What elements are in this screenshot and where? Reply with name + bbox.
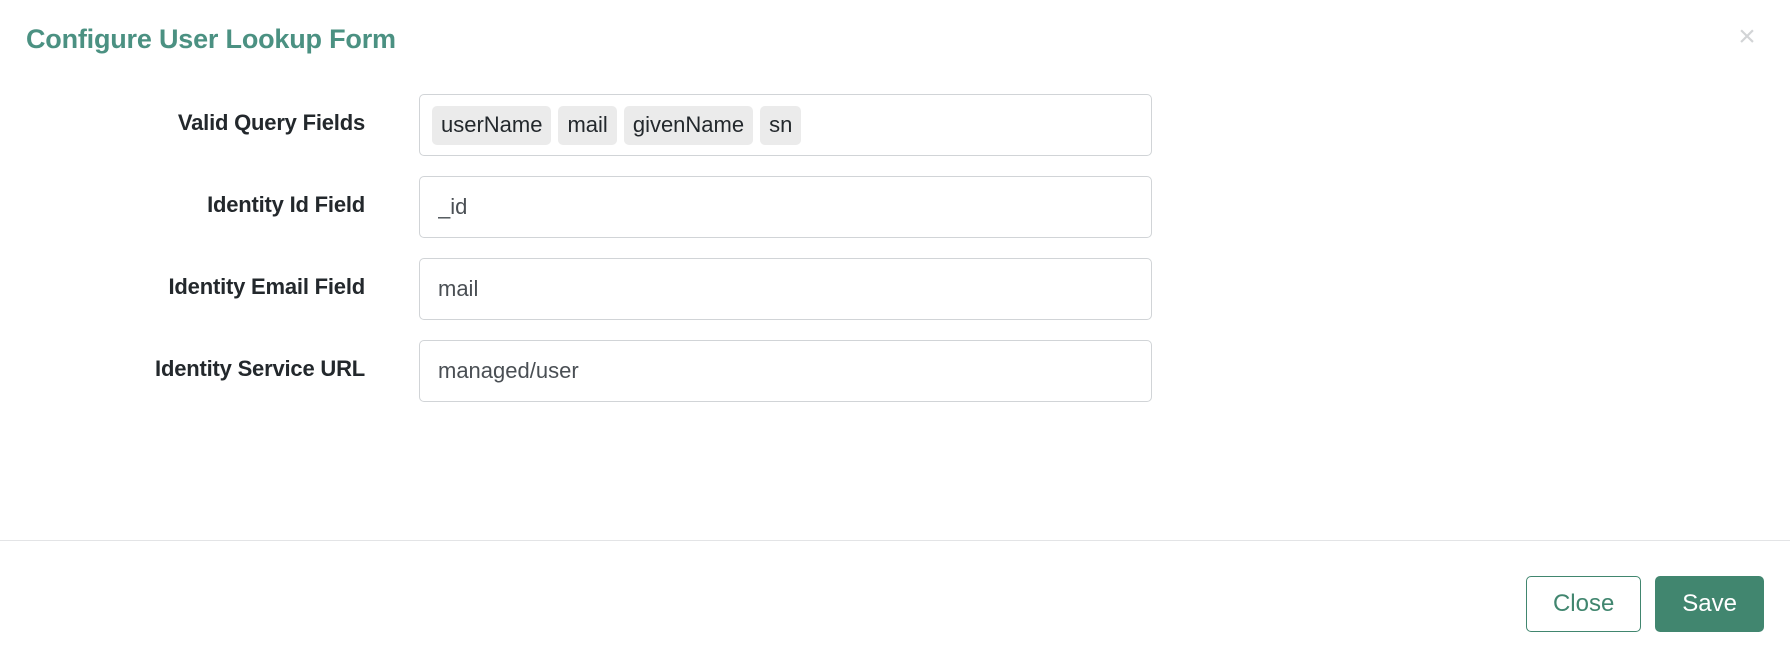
field-wrap-identity-id-field bbox=[419, 176, 1152, 238]
tag-chip[interactable]: givenName bbox=[623, 105, 754, 145]
close-button[interactable]: Close bbox=[1525, 575, 1642, 632]
identity-service-url-input[interactable] bbox=[419, 340, 1152, 402]
label-identity-email-field: Identity Email Field bbox=[168, 274, 366, 299]
form-row-identity-id-field: Identity Id Field bbox=[0, 176, 1790, 238]
label-identity-service-url: Identity Service URL bbox=[155, 356, 365, 381]
valid-query-fields-input[interactable]: userName mail givenName sn bbox=[419, 94, 1152, 156]
label-identity-id-field: Identity Id Field bbox=[207, 192, 365, 217]
page-title: Configure User Lookup Form bbox=[26, 24, 396, 54]
identity-id-field-input[interactable] bbox=[419, 176, 1152, 238]
field-wrap-identity-email-field bbox=[419, 258, 1152, 320]
close-icon[interactable]: × bbox=[1730, 20, 1764, 54]
dialog-header: Configure User Lookup Form × bbox=[0, 0, 1790, 78]
identity-email-field-input[interactable] bbox=[419, 258, 1152, 320]
tag-chip[interactable]: mail bbox=[558, 105, 617, 145]
tag-chip[interactable]: sn bbox=[760, 105, 802, 145]
label-valid-query-fields: Valid Query Fields bbox=[177, 110, 365, 135]
form-row-identity-email-field: Identity Email Field bbox=[0, 258, 1790, 320]
save-button[interactable]: Save bbox=[1655, 575, 1764, 632]
dialog-body: Valid Query Fields userName mail givenNa… bbox=[0, 78, 1790, 540]
tag-chip[interactable]: userName bbox=[432, 105, 552, 145]
field-wrap-identity-service-url bbox=[419, 340, 1152, 402]
configure-user-lookup-form-dialog: Configure User Lookup Form × Valid Query… bbox=[0, 0, 1790, 666]
dialog-footer: Close Save bbox=[0, 540, 1790, 666]
field-wrap-valid-query-fields: userName mail givenName sn bbox=[419, 94, 1152, 156]
form-row-identity-service-url: Identity Service URL bbox=[0, 340, 1790, 402]
form-row-valid-query-fields: Valid Query Fields userName mail givenNa… bbox=[0, 94, 1790, 156]
